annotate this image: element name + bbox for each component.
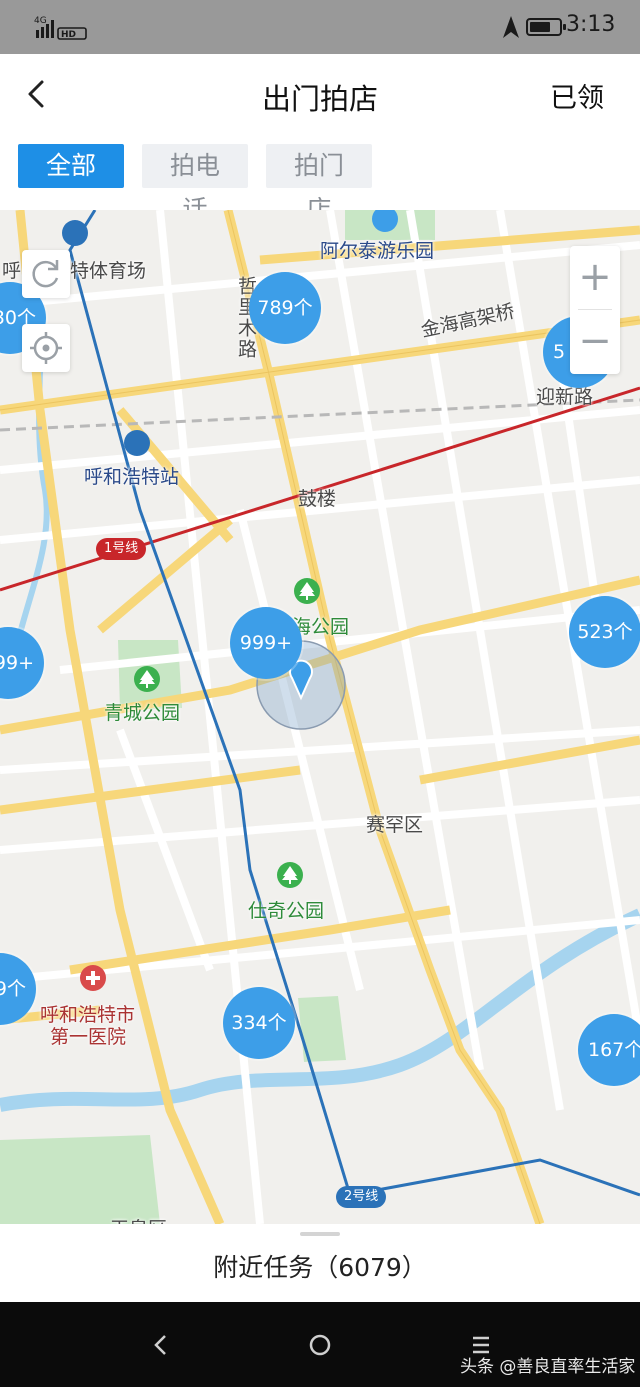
map-label-hohhot-station: 呼和浩特站 xyxy=(84,466,180,488)
locate-icon xyxy=(30,332,62,364)
status-bar: 4G HD 3:13 xyxy=(0,0,640,54)
page-title: 出门拍店 xyxy=(261,82,378,116)
locate-button[interactable] xyxy=(22,324,70,372)
map-label-qingcheng-park: 青城公园 xyxy=(104,702,181,724)
app-header: 出门拍店 已领 xyxy=(0,54,640,134)
train-station-icon xyxy=(124,430,150,456)
task-cluster[interactable]: 334个 xyxy=(223,987,295,1059)
claimed-button[interactable]: 已领 xyxy=(550,76,604,115)
map-view[interactable]: 呼 特体育场 阿尔泰游乐园 哲里木路 金海高架桥 迎新路 呼和浩特站 鼓楼 满都… xyxy=(0,210,640,1224)
task-cluster[interactable]: 999+ xyxy=(230,607,302,679)
refresh-icon xyxy=(32,260,59,288)
tab-photo-phone[interactable]: 拍电话 xyxy=(142,144,248,224)
tab-photo-store[interactable]: 拍门店 xyxy=(266,144,372,224)
svg-text:4G: 4G xyxy=(34,16,47,26)
map-label-hospital-line2: 第一医院 xyxy=(50,1026,127,1048)
map-label-shiqi-park: 仕奇公园 xyxy=(248,900,325,922)
map-label-bottom-cut: 玉泉区 xyxy=(110,1214,167,1224)
map-label-sports-field: 特体育场 xyxy=(70,260,147,282)
map-label-gulou: 鼓楼 xyxy=(298,488,337,510)
task-cluster[interactable]: 789个 xyxy=(249,272,321,344)
svg-text:HD: HD xyxy=(61,30,76,40)
nav-home-icon[interactable] xyxy=(305,1330,335,1360)
zoom-in-button[interactable]: + xyxy=(570,246,620,310)
map-label-saihan-district: 赛罕区 xyxy=(366,814,424,836)
tab-all[interactable]: 全部 xyxy=(18,144,124,188)
metro-line1-tag: 1号线 xyxy=(96,538,147,560)
signal-icon: 4G HD xyxy=(34,16,87,40)
task-cluster[interactable]: 167个 xyxy=(578,1014,640,1086)
metro-station-icon xyxy=(62,220,88,246)
battery-icon xyxy=(526,18,566,36)
tree-icon xyxy=(134,666,160,692)
tree-icon xyxy=(294,578,320,604)
system-nav-bar: 头条 @善良直率生活家 xyxy=(0,1302,640,1387)
filter-tabs: 全部 拍电话 拍门店 xyxy=(0,134,640,224)
drag-handle[interactable] xyxy=(300,1232,340,1236)
refresh-button[interactable] xyxy=(22,250,70,298)
zoom-out-button[interactable]: − xyxy=(570,310,620,374)
battery-level-fill xyxy=(530,22,550,32)
navigation-arrow-icon xyxy=(503,16,519,38)
watermark-text: 头条 @善良直率生活家 xyxy=(460,1357,636,1377)
zoom-control: + − xyxy=(570,246,620,374)
map-label-hohhot-cut: 呼 xyxy=(2,260,22,282)
status-time: 3:13 xyxy=(566,12,616,37)
nearby-tasks-label: 附近任务（6079） xyxy=(213,1253,427,1282)
tree-icon xyxy=(277,862,303,888)
metro-line2-tag: 2号线 xyxy=(336,1186,387,1208)
task-cluster[interactable]: 523个 xyxy=(569,596,640,668)
map-label-aertai: 阿尔泰游乐园 xyxy=(320,240,435,262)
nearby-tasks-panel[interactable]: 附近任务（6079） xyxy=(0,1224,640,1302)
nav-back-icon[interactable] xyxy=(146,1330,176,1360)
hospital-icon xyxy=(80,965,106,991)
